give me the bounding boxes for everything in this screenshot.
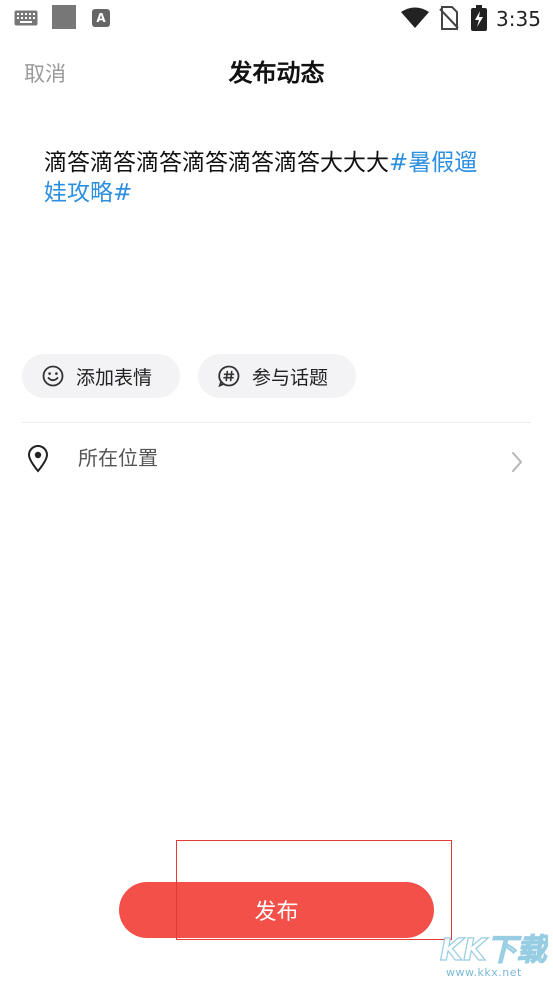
chevron-right-icon bbox=[512, 452, 522, 472]
battery-charging-icon bbox=[471, 5, 487, 31]
add-emoji-button[interactable]: 添加表情 bbox=[22, 354, 180, 398]
svg-text:KK下载: KK下载 bbox=[440, 933, 548, 968]
keyboard-icon bbox=[14, 10, 38, 26]
post-content-input[interactable]: 滴答滴答滴答滴答滴答滴答大大大#暑假遛娃攻略# bbox=[44, 148, 494, 208]
status-time: 3:35 bbox=[496, 7, 541, 31]
wifi-icon bbox=[401, 7, 429, 28]
hashtag-icon bbox=[218, 365, 240, 387]
highlight-box bbox=[176, 840, 452, 940]
watermark-logo: KK下载 bbox=[439, 932, 548, 968]
emoji-icon bbox=[42, 365, 64, 387]
add-emoji-label: 添加表情 bbox=[76, 366, 153, 389]
location-label: 所在位置 bbox=[78, 446, 158, 470]
a-notification-icon: A bbox=[92, 9, 110, 27]
location-pin-icon bbox=[27, 445, 49, 473]
watermark-url: www.kkx.net bbox=[446, 966, 522, 979]
status-bar: A 3:35 bbox=[0, 0, 553, 36]
page-title: 发布动态 bbox=[228, 59, 325, 87]
divider bbox=[22, 422, 531, 423]
cancel-button[interactable]: 取消 bbox=[24, 58, 66, 90]
join-topic-button[interactable]: 参与话题 bbox=[198, 354, 356, 398]
post-text: 滴答滴答滴答滴答滴答滴答大大大 bbox=[44, 150, 389, 176]
no-sim-icon bbox=[439, 6, 459, 30]
join-topic-label: 参与话题 bbox=[252, 366, 329, 389]
notification-square-icon bbox=[52, 5, 76, 29]
